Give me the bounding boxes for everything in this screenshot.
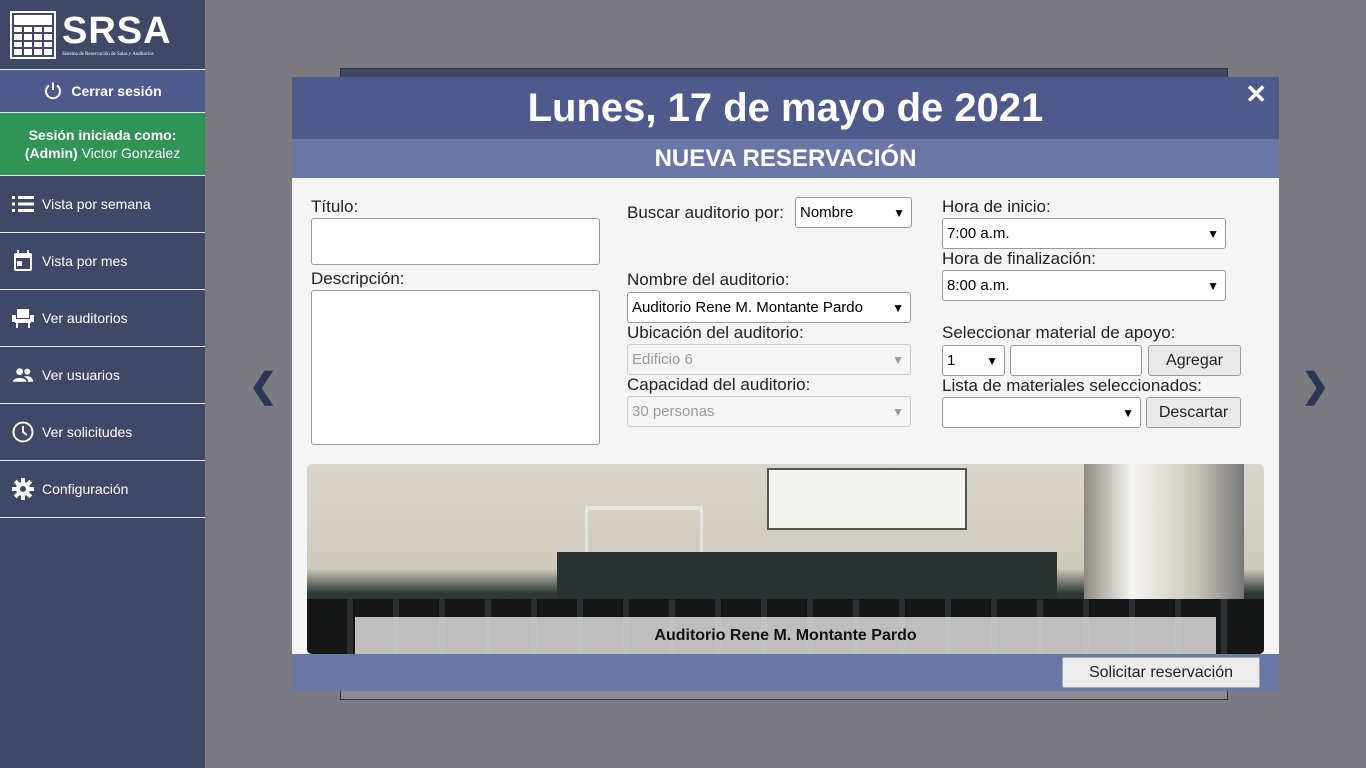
- selected-materials-select[interactable]: ▼: [942, 397, 1141, 428]
- start-time-select[interactable]: 7:00 a.m. ▼: [942, 218, 1226, 249]
- calendar-logo-icon: [10, 10, 56, 59]
- auditorium-name-select[interactable]: Auditorio Rene M. Montante Pardo ▼: [627, 292, 911, 323]
- title-input[interactable]: [311, 218, 600, 265]
- logo-title: SRSA: [62, 10, 172, 52]
- material-quantity-value: 1: [947, 352, 956, 369]
- start-time-label: Hora de inicio:: [942, 197, 1051, 216]
- chevron-down-icon: ▼: [1207, 226, 1219, 241]
- modal-subtitle: NUEVA RESERVACIÓN: [292, 139, 1279, 178]
- end-time-label: Hora de finalización:: [942, 249, 1097, 268]
- request-reservation-button[interactable]: Solicitar reservación: [1062, 657, 1260, 688]
- stage: [557, 552, 1057, 600]
- session-heading: Sesión iniciada como:: [28, 127, 177, 143]
- sidebar-item-month-view[interactable]: Vista por mes: [0, 233, 205, 290]
- sidebar-item-label: Configuración: [42, 481, 129, 497]
- end-time-select[interactable]: 8:00 a.m. ▼: [942, 270, 1226, 301]
- description-textarea[interactable]: [311, 290, 600, 445]
- chevron-down-icon: ▼: [892, 352, 904, 367]
- date-title: Lunes, 17 de mayo de 2021: [527, 85, 1044, 130]
- search-by-select[interactable]: Nombre ▼: [795, 197, 912, 228]
- add-material-button[interactable]: Agregar: [1148, 345, 1241, 376]
- sidebar-item-label: Vista por mes: [42, 253, 128, 269]
- sidebar-item-label: Ver usuarios: [42, 367, 120, 383]
- discard-material-button[interactable]: Descartar: [1146, 397, 1241, 428]
- session-info: Sesión iniciada como: (Admin) Victor Gon…: [0, 113, 205, 176]
- material-label: Seleccionar material de apoyo:: [942, 323, 1176, 342]
- gear-icon: [12, 478, 34, 500]
- logo: SRSA Sistema de Reservación de Salas y A…: [0, 0, 205, 70]
- end-time-value: 8:00 a.m.: [947, 277, 1010, 294]
- search-by-label: Buscar auditorio por:: [627, 203, 784, 222]
- description-label: Descripción:: [311, 269, 405, 288]
- door: [1084, 464, 1244, 614]
- sidebar-item-auditoriums[interactable]: Ver auditorios: [0, 290, 205, 347]
- list-icon: [12, 193, 34, 215]
- sidebar: SRSA Sistema de Reservación de Salas y A…: [0, 0, 205, 768]
- chevron-down-icon: ▼: [893, 205, 905, 220]
- chevron-down-icon: ▼: [892, 300, 904, 315]
- start-time-value: 7:00 a.m.: [947, 225, 1010, 242]
- sidebar-item-requests[interactable]: Ver solicitudes: [0, 404, 205, 461]
- location-value: Edificio 6: [632, 351, 693, 368]
- close-icon[interactable]: ✕: [1245, 79, 1267, 110]
- title-label: Título:: [311, 197, 359, 216]
- auditorium-name-label: Nombre del auditorio:: [627, 270, 790, 289]
- sidebar-item-label: Vista por semana: [42, 196, 151, 212]
- session-role: (Admin): [24, 145, 78, 161]
- reservation-modal: Lunes, 17 de mayo de 2021 ✕ NUEVA RESERV…: [292, 77, 1279, 691]
- selected-materials-label: Lista de materiales seleccionados:: [942, 376, 1202, 395]
- sidebar-item-label: Ver auditorios: [42, 310, 128, 326]
- logout-button[interactable]: Cerrar sesión: [0, 70, 205, 113]
- seat-icon: [12, 307, 34, 329]
- modal-header: Lunes, 17 de mayo de 2021 ✕: [292, 77, 1279, 139]
- chevron-down-icon: ▼: [1122, 405, 1134, 420]
- reservation-form: Título: Descripción: Buscar auditorio po…: [292, 178, 1279, 465]
- logout-label: Cerrar sesión: [71, 83, 162, 99]
- capacity-label: Capacidad del auditorio:: [627, 375, 811, 394]
- location-label: Ubicación del auditorio:: [627, 323, 804, 342]
- photo-caption: Auditorio Rene M. Montante Pardo: [355, 617, 1216, 654]
- location-select: Edificio 6 ▼: [627, 344, 911, 375]
- calendar-icon: [12, 250, 34, 272]
- clock-icon: [12, 421, 34, 443]
- previous-arrow-icon[interactable]: ❮: [249, 366, 278, 406]
- session-user: Victor Gonzalez: [81, 145, 181, 161]
- sidebar-item-settings[interactable]: Configuración: [0, 461, 205, 518]
- sidebar-item-users[interactable]: Ver usuarios: [0, 347, 205, 404]
- sidebar-item-week-view[interactable]: Vista por semana: [0, 176, 205, 233]
- users-icon: [12, 364, 34, 386]
- auditorium-photo: Auditorio Rene M. Montante Pardo: [307, 464, 1264, 654]
- material-quantity-select[interactable]: 1 ▼: [942, 345, 1005, 376]
- projector-screen: [767, 468, 967, 530]
- modal-footer: Solicitar reservación: [292, 654, 1279, 691]
- power-icon: [45, 82, 62, 100]
- auditorium-name-value: Auditorio Rene M. Montante Pardo: [632, 299, 863, 316]
- chevron-down-icon: ▼: [892, 404, 904, 419]
- material-input[interactable]: [1010, 345, 1142, 376]
- next-arrow-icon[interactable]: ❯: [1301, 366, 1330, 406]
- capacity-value: 30 personas: [632, 403, 715, 420]
- chevron-down-icon: ▼: [1207, 278, 1219, 293]
- chevron-down-icon: ▼: [986, 353, 998, 368]
- logo-subtitle: Sistema de Reservación de Salas y Audito…: [62, 52, 154, 57]
- search-by-value: Nombre: [800, 204, 854, 221]
- capacity-select: 30 personas ▼: [627, 396, 911, 427]
- sidebar-item-label: Ver solicitudes: [42, 424, 133, 440]
